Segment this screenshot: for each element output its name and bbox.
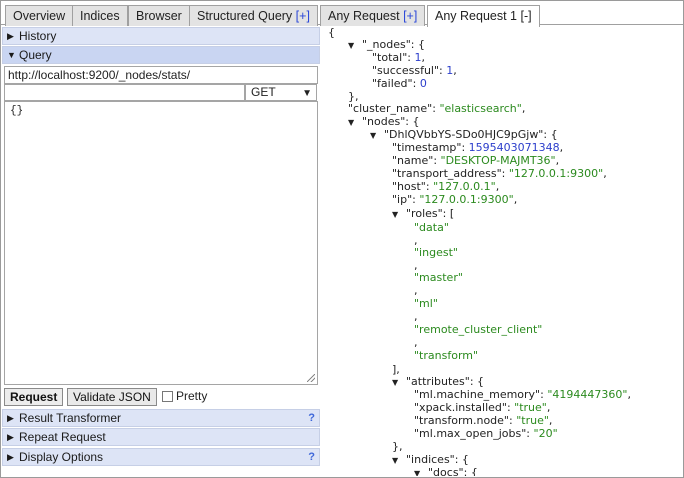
url-input[interactable] (4, 66, 318, 84)
json-close: }, (392, 440, 403, 453)
json-field-host: "host": "127.0.0.1", (392, 180, 500, 193)
json-comma: , (414, 310, 418, 323)
tab-close-icon[interactable]: [-] (520, 9, 531, 23)
chevron-right-icon: ▶ (7, 31, 14, 41)
tab-label: Browser (136, 9, 182, 23)
help-icon[interactable]: ? (308, 449, 315, 465)
json-node-id[interactable]: ▼ "DhlQVbbYS-SDo0HJC9pGjw": { (370, 128, 558, 142)
chevron-down-icon: ▼ (7, 50, 16, 60)
help-icon[interactable]: ? (308, 410, 315, 426)
result-transformer-section[interactable]: ▶ Result Transformer ? (2, 409, 320, 427)
json-field-name: "name": "DESKTOP-MAJMT36", (392, 154, 560, 167)
json-field-total: "total": 1, (372, 51, 425, 64)
method-select[interactable]: GET ▼ (245, 84, 317, 101)
json-role-item: "data" (414, 221, 449, 234)
json-comma: , (414, 284, 418, 297)
validate-json-button[interactable]: Validate JSON (67, 388, 157, 406)
query-label: Query (19, 48, 52, 62)
section-label: Repeat Request (19, 430, 106, 444)
json-node-indices[interactable]: ▼ "indices": { (392, 453, 469, 467)
tab-label: Any Request (328, 9, 400, 23)
json-role-item: "ingest" (414, 246, 458, 259)
tab-add-icon[interactable]: [+] (296, 9, 310, 23)
json-field-xpack-installed: "xpack.installed": "true", (414, 401, 551, 414)
chevron-right-icon: ▶ (7, 452, 14, 462)
tab-any-request[interactable]: Any Request [+] (320, 5, 426, 26)
pretty-checkbox[interactable]: Pretty (162, 389, 207, 403)
request-body-text: {} (10, 105, 24, 117)
chevron-right-icon: ▶ (7, 432, 14, 442)
section-label: Display Options (19, 450, 104, 464)
request-button[interactable]: Request (4, 388, 64, 406)
collapse-triangle-icon[interactable]: ▼ (348, 116, 362, 129)
tab-any-request-1[interactable]: Any Request 1 [-] (427, 5, 540, 27)
query-section[interactable]: ▼ Query (2, 46, 320, 64)
json-open-brace: { (328, 26, 335, 39)
json-node-attributes[interactable]: ▼ "attributes": { (392, 375, 484, 389)
path-input[interactable] (4, 84, 245, 101)
json-field-successful: "successful": 1, (372, 64, 457, 77)
json-field-transport-address: "transport_address": "127.0.0.1:9300", (392, 167, 607, 180)
tab-browser[interactable]: Browser (128, 5, 190, 26)
json-field-ip: "ip": "127.0.0.1:9300", (392, 193, 518, 206)
section-label: Result Transformer (19, 411, 122, 425)
json-node-docs[interactable]: ▼ "docs": { (414, 466, 478, 476)
checkbox-box[interactable] (162, 391, 173, 402)
display-options-section[interactable]: ▶ Display Options ? (2, 448, 320, 466)
chevron-down-icon: ▼ (302, 88, 312, 99)
json-node-nodes-map[interactable]: ▼ "nodes": { (348, 115, 420, 129)
json-field-failed: "failed": 0 (372, 77, 427, 90)
resize-handle[interactable] (307, 374, 315, 382)
tab-structured-query[interactable]: Structured Query [+] (189, 5, 318, 26)
json-field-timestamp: "timestamp": 1595403071348, (392, 141, 564, 154)
json-role-item: "ml" (414, 297, 438, 310)
collapse-triangle-icon[interactable]: ▼ (392, 376, 406, 389)
tab-bar: Overview Indices Browser Structured Quer… (1, 1, 683, 27)
collapse-triangle-icon[interactable]: ▼ (370, 129, 384, 142)
json-field-ml-machine-memory: "ml.machine_memory": "4194447360", (414, 388, 631, 401)
tab-overview[interactable]: Overview (5, 5, 74, 26)
json-result-tree: { ▼ "_nodes": { "total": 1, "successful":… (322, 26, 682, 476)
json-node-roles[interactable]: ▼ "roles": [ (392, 207, 454, 221)
repeat-request-section[interactable]: ▶ Repeat Request (2, 428, 320, 446)
collapse-triangle-icon[interactable]: ▼ (392, 208, 406, 221)
tab-label: Structured Query (197, 9, 293, 23)
request-panel: ▶ History ▼ Query GET ▼ {} Request Valid… (2, 27, 322, 470)
json-node-nodes[interactable]: ▼ "_nodes": { (348, 38, 425, 52)
pretty-label: Pretty (176, 389, 208, 403)
json-role-item: "master" (414, 271, 463, 284)
tab-indices[interactable]: Indices (72, 5, 128, 26)
collapse-triangle-icon[interactable]: ▼ (348, 39, 362, 52)
json-role-item: "remote_cluster_client" (414, 323, 543, 336)
method-value: GET (251, 85, 276, 99)
tab-label: Indices (80, 9, 120, 23)
json-comma: , (414, 336, 418, 349)
tab-add-icon[interactable]: [+] (403, 9, 417, 23)
collapse-triangle-icon[interactable]: ▼ (414, 467, 428, 476)
chevron-right-icon: ▶ (7, 413, 14, 423)
json-field-transform-node: "transform.node": "true", (414, 414, 553, 427)
collapse-triangle-icon[interactable]: ▼ (392, 454, 406, 467)
history-section[interactable]: ▶ History (2, 27, 320, 45)
json-field-cluster-name: "cluster_name": "elasticsearch", (348, 102, 526, 115)
history-label: History (19, 29, 57, 43)
tab-label: Overview (13, 9, 66, 23)
json-field-ml-max-open-jobs: "ml.max_open_jobs": "20" (414, 427, 558, 440)
request-body-textarea[interactable]: {} (4, 101, 318, 385)
tab-label: Any Request 1 (435, 9, 517, 23)
json-role-item: "transform" (414, 349, 479, 362)
